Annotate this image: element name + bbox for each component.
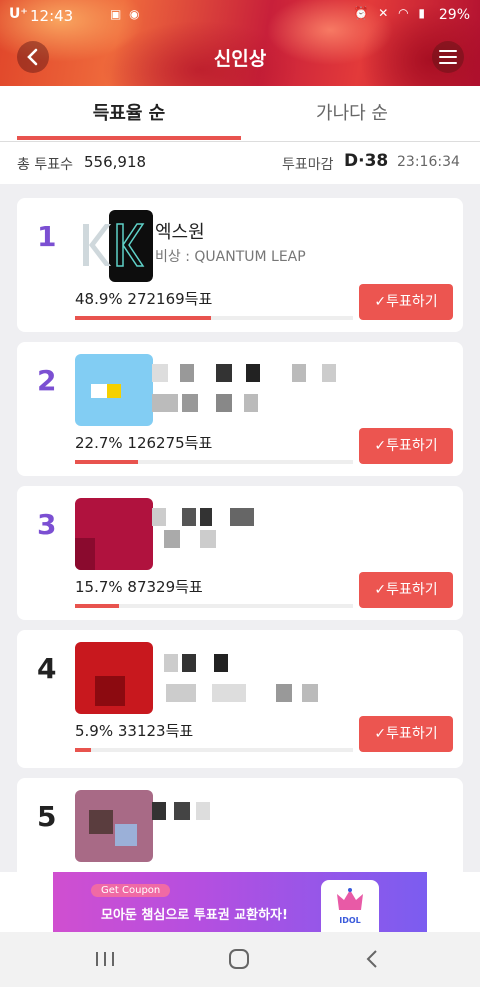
- rank-number: 5: [37, 800, 57, 833]
- deadline-label: 투표마감: [282, 157, 334, 173]
- vote-progress-fill: [75, 460, 139, 464]
- notification-icons: ▣ ◉: [110, 7, 142, 21]
- home-icon[interactable]: [228, 948, 250, 970]
- total-votes-value: 556,918: [84, 153, 147, 171]
- coupon-banner[interactable]: Get Coupon 모아둔 챔심으로 투표권 교환하자! IDOL: [0, 872, 480, 932]
- check-icon: ✓: [374, 582, 387, 598]
- vote-progress-bar: [75, 460, 353, 464]
- candidate-thumbnail: [75, 354, 153, 426]
- candidate-song: 비상 : QUANTUM LEAP: [155, 249, 306, 265]
- back-nav-icon[interactable]: [364, 949, 382, 969]
- candidate-card: 4 5.9% 33123득표 ✓투표하기: [17, 630, 463, 768]
- vote-progress-bar: [75, 604, 353, 608]
- check-icon: ✓: [374, 438, 387, 454]
- rank-number: 3: [37, 508, 57, 541]
- vote-button[interactable]: ✓투표하기: [359, 428, 453, 464]
- deadline-time: 23:16:34: [397, 154, 460, 170]
- total-votes-label: 총 투표수: [17, 157, 73, 173]
- candidate-card: 1 엑스원 비상 : QUANTUM LEAP 48.9% 272169득표 ✓…: [17, 198, 463, 332]
- crown-icon: [337, 888, 363, 910]
- vote-button[interactable]: ✓투표하기: [359, 716, 453, 752]
- app-header: U⁺ 12:43 ▣ ◉ ⏰ ✕ ◠ ▮ 29% 신인상: [0, 0, 480, 86]
- obscured-name: [152, 802, 342, 820]
- tab-vote-rate[interactable]: 득표율 순: [17, 86, 241, 142]
- rank-number: 2: [37, 364, 57, 397]
- rank-number: 1: [37, 220, 57, 253]
- menu-button[interactable]: [432, 41, 464, 73]
- x1-logo-icon: [83, 210, 153, 282]
- obscured-song: [152, 530, 342, 548]
- candidate-thumbnail: [75, 642, 153, 714]
- signal-icons: ⏰ ✕ ◠ ▮: [353, 6, 428, 20]
- clock: 12:43: [30, 7, 74, 25]
- obscured-song: [152, 684, 342, 702]
- vote-progress-bar: [75, 316, 353, 320]
- check-icon: ✓: [374, 726, 387, 742]
- tab-alphabetical[interactable]: 가나다 순: [240, 86, 464, 142]
- logo-text: IDOL: [339, 916, 361, 925]
- vote-progress-fill: [75, 748, 92, 752]
- vote-progress-fill: [75, 604, 119, 608]
- candidate-thumbnail: [75, 210, 153, 282]
- candidate-card: 3 15.7% 87329득표 ✓투표하기: [17, 486, 463, 620]
- active-tab-indicator: [17, 136, 241, 140]
- candidate-thumbnail: [75, 498, 153, 570]
- candidate-name: 엑스원: [155, 222, 205, 243]
- hamburger-icon: [439, 50, 457, 64]
- vote-progress-fill: [75, 316, 211, 320]
- vote-stats: 48.9% 272169득표: [75, 290, 213, 308]
- sort-tabs: 득표율 순 가나다 순: [0, 86, 480, 142]
- obscured-name: [152, 508, 342, 526]
- coupon-badge: Get Coupon: [91, 884, 171, 897]
- vote-progress-bar: [75, 748, 353, 752]
- status-bar: U⁺ 12:43 ▣ ◉ ⏰ ✕ ◠ ▮ 29%: [0, 0, 480, 30]
- obscured-song: [152, 394, 342, 412]
- rank-number: 4: [37, 652, 57, 685]
- deadline-days: D·38: [344, 151, 389, 171]
- vote-stats: 22.7% 126275득표: [75, 434, 213, 452]
- banner-text: 모아둔 챔심으로 투표권 교환하자!: [101, 908, 288, 923]
- vote-button[interactable]: ✓투표하기: [359, 572, 453, 608]
- candidate-card: 2 22.7% 126275득표 ✓투표하기: [17, 342, 463, 476]
- vote-summary: 총 투표수 556,918 투표마감 D·38 23:16:34: [0, 142, 480, 184]
- vote-stats: 5.9% 33123득표: [75, 722, 194, 740]
- candidate-thumbnail: [75, 790, 153, 862]
- page-title: 신인상: [213, 48, 267, 70]
- battery-level: 29%: [438, 7, 470, 23]
- idol-app-logo: IDOL: [321, 880, 379, 932]
- vote-stats: 15.7% 87329득표: [75, 578, 203, 596]
- obscured-name: [152, 654, 342, 672]
- system-nav-bar: [0, 932, 480, 987]
- obscured-name: [152, 364, 342, 382]
- carrier-label: U⁺: [9, 6, 28, 22]
- recent-apps-icon[interactable]: [94, 950, 116, 968]
- banner-content[interactable]: Get Coupon 모아둔 챔심으로 투표권 교환하자! IDOL: [53, 872, 427, 932]
- check-icon: ✓: [374, 294, 387, 310]
- vote-button[interactable]: ✓투표하기: [359, 284, 453, 320]
